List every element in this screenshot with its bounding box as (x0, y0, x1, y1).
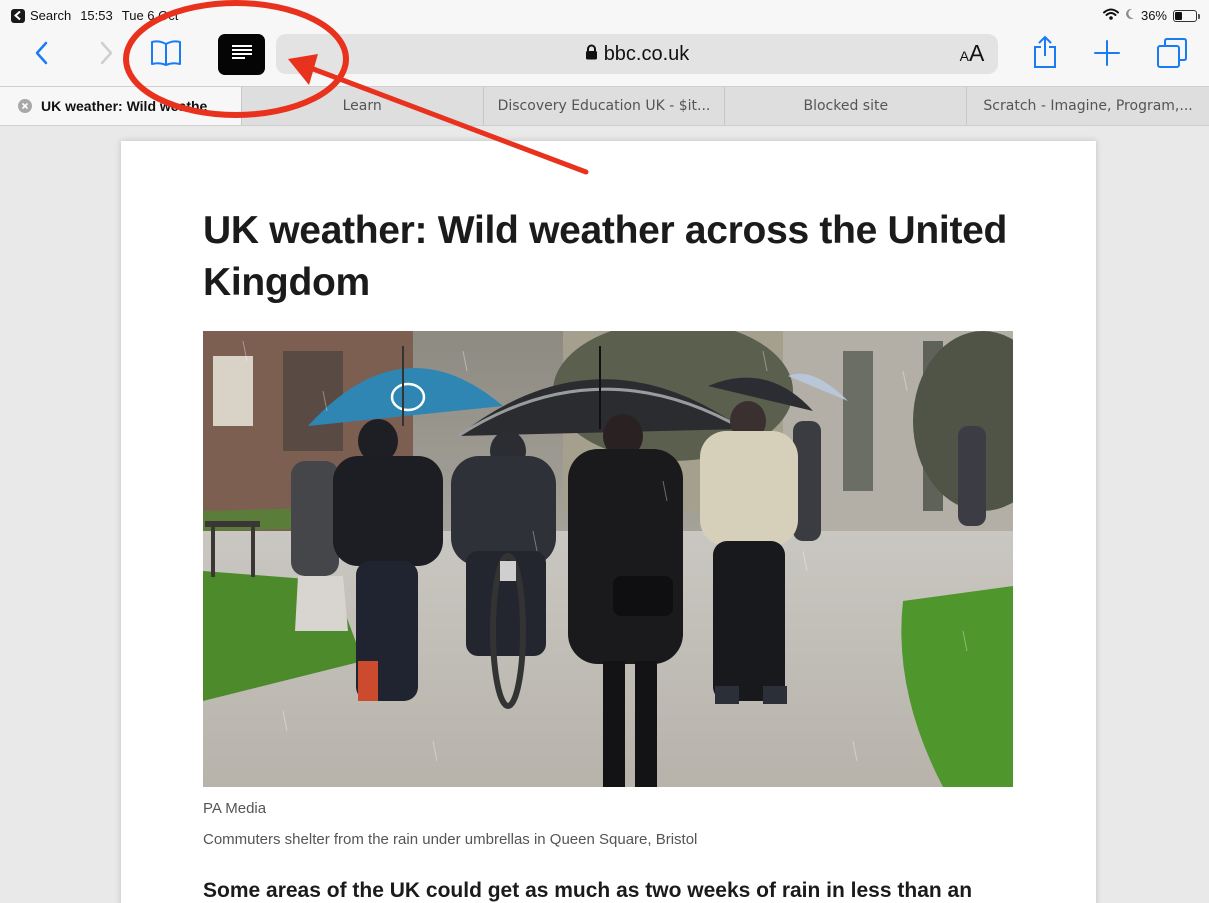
tab-discovery-education[interactable]: Discovery Education UK - $it... (484, 87, 726, 125)
tab-label: UK weather: Wild weathe (41, 98, 208, 114)
forward-button[interactable] (92, 40, 120, 70)
share-button[interactable] (1029, 35, 1061, 73)
bookmarks-button[interactable] (147, 38, 185, 72)
tab-label: Learn (342, 98, 382, 114)
back-to-app-icon[interactable] (11, 8, 25, 23)
tab-strip: UK weather: Wild weathe Learn Discovery … (0, 86, 1209, 126)
battery-percent: 36% (1140, 8, 1167, 23)
browser-toolbar: bbc.co.uk A A (0, 26, 1209, 86)
book-icon (149, 39, 183, 72)
image-caption: Commuters shelter from the rain under um… (203, 831, 698, 848)
article-card: UK weather: Wild weather across the Unit… (121, 141, 1096, 903)
address-display[interactable]: bbc.co.uk (276, 34, 998, 74)
reader-page[interactable]: UK weather: Wild weather across the Unit… (0, 126, 1209, 903)
back-button[interactable] (28, 40, 56, 70)
status-left: Search 15:53 Tue 6 Oct (11, 8, 178, 23)
article-lede: Some areas of the UK could get as much a… (203, 879, 973, 902)
text-size-large-a: A (969, 40, 985, 66)
tab-uk-weather[interactable]: UK weather: Wild weathe (0, 87, 242, 125)
tabs-overview-icon (1156, 37, 1188, 74)
plus-icon (1093, 39, 1121, 72)
article-title: UK weather: Wild weather across the Unit… (203, 209, 1008, 304)
tab-label: Scratch - Imagine, Program,... (983, 98, 1193, 114)
reader-view-icon (231, 44, 253, 65)
moon-icon (1125, 8, 1135, 23)
chevron-right-icon (98, 40, 114, 71)
address-bar[interactable]: bbc.co.uk A A (276, 34, 998, 74)
tab-label: Blocked site (803, 98, 889, 114)
lock-icon (585, 43, 598, 66)
battery-fill (1175, 11, 1183, 20)
tab-blocked-site[interactable]: Blocked site (725, 87, 968, 125)
url-text[interactable]: bbc.co.uk (604, 43, 690, 66)
share-icon (1032, 35, 1058, 74)
article-hero-image (203, 331, 1013, 787)
new-tab-button[interactable] (1092, 39, 1122, 72)
image-credit: PA Media (203, 800, 267, 817)
tab-scratch[interactable]: Scratch - Imagine, Program,... (967, 87, 1209, 125)
tabs-overview-button[interactable] (1155, 37, 1189, 74)
text-size-small-a: A (959, 48, 969, 64)
status-right: 36% (1102, 8, 1200, 23)
status-time: 15:53 (80, 8, 113, 23)
chevron-left-icon (34, 40, 50, 71)
close-tab-icon[interactable] (18, 99, 32, 113)
wifi-icon (1102, 8, 1119, 23)
back-to-app-label[interactable]: Search (30, 8, 71, 23)
status-bar: Search 15:53 Tue 6 Oct 36% (0, 0, 1209, 26)
tab-learn[interactable]: Learn (242, 87, 484, 125)
status-date: Tue 6 Oct (121, 8, 179, 23)
reader-view-button[interactable] (218, 34, 265, 75)
text-size-button[interactable]: A A (954, 37, 990, 71)
battery-icon (1173, 9, 1200, 22)
tab-label: Discovery Education UK - $it... (497, 98, 711, 114)
